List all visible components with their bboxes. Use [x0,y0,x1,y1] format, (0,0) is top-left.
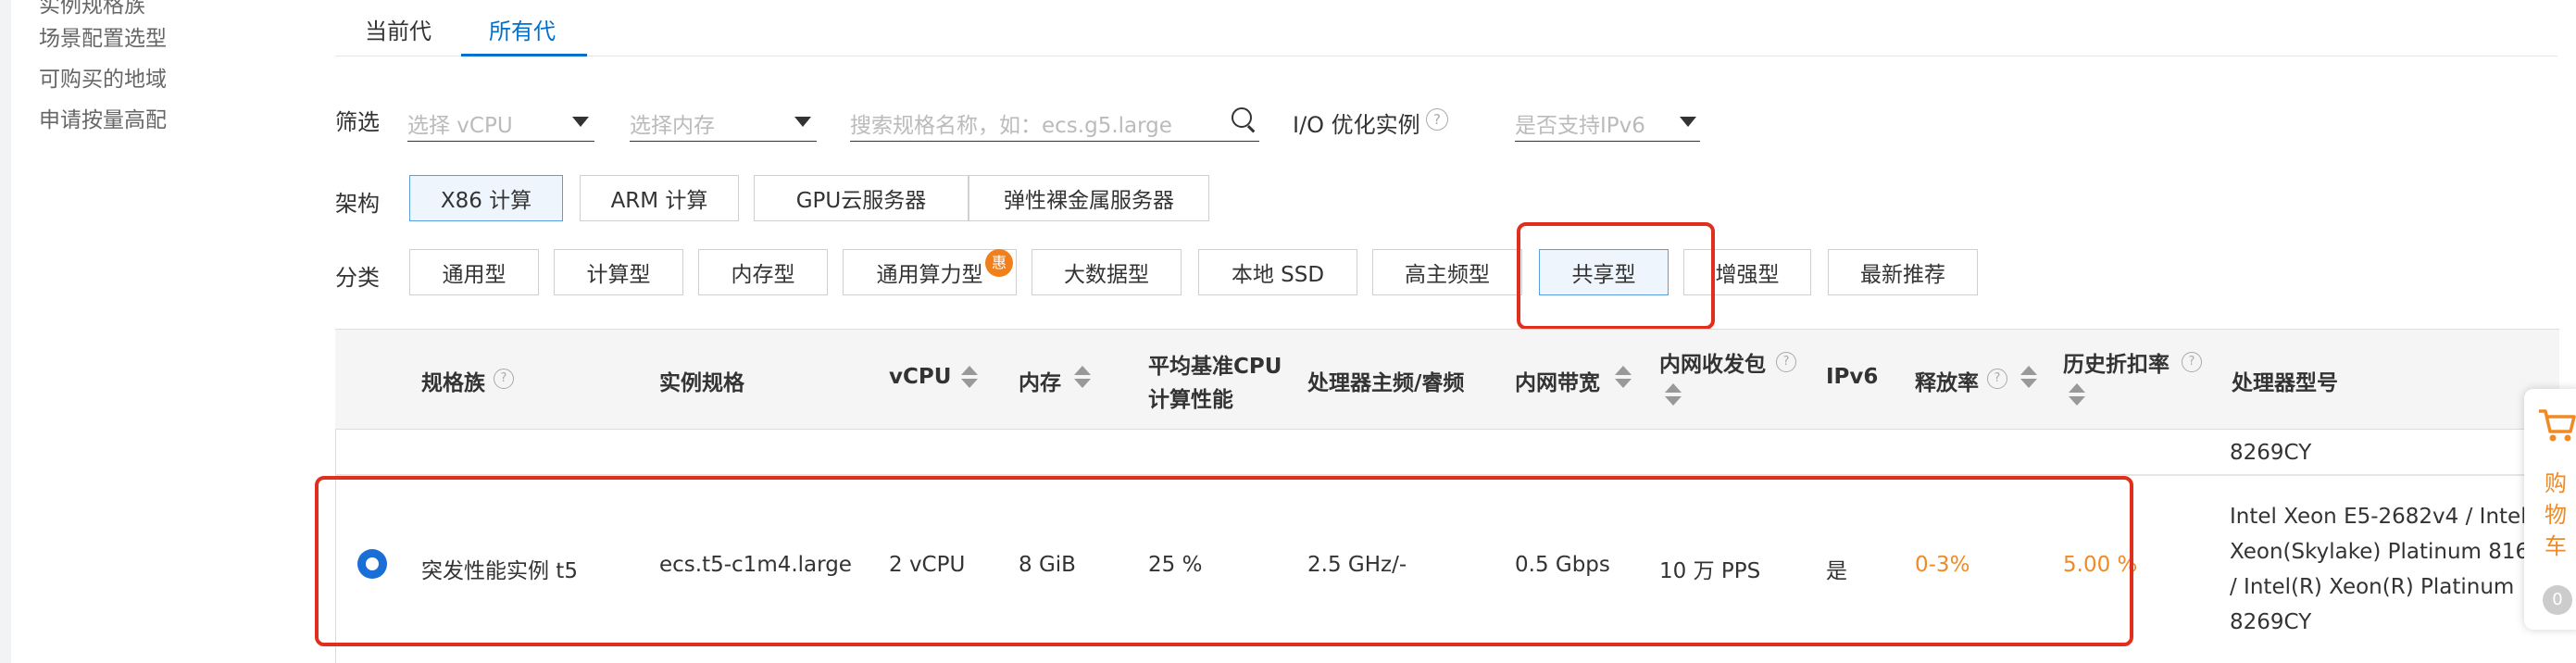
annotation-row-highlight [315,476,2133,646]
help-icon[interactable]: ? [1776,352,1796,372]
prev-row-processor-tail: 8269CY [2230,441,2312,465]
col-pps[interactable]: 内网收发包 [1659,346,1766,378]
left-edge-panel [0,0,11,663]
sidebar-item-instance-family[interactable]: 实例规格族 [39,0,145,19]
arch-x86-button[interactable]: X86 计算 [409,175,563,221]
cart-label-char-1: 购 [2545,470,2567,496]
vcpu-select[interactable]: 选择 vCPU [407,100,594,142]
col-processor: 处理器型号 [2232,371,2338,395]
arch-gpu-button[interactable]: GPU云服务器 [754,175,969,221]
cart-count-badge: 0 [2543,585,2572,615]
tab-all-gen[interactable]: 所有代 [489,13,556,45]
chevron-down-icon [794,117,811,127]
chevron-down-icon [572,117,589,127]
arch-arm-button[interactable]: ARM 计算 [580,175,739,221]
memory-select[interactable]: 选择内存 [630,100,817,142]
spec-search-input[interactable]: 搜索规格名称，如：ecs.g5.large [850,100,1259,142]
sort-icon[interactable] [1665,382,1682,409]
chevron-down-icon [1680,117,1696,127]
cell-processor-line3: / Intel(R) Xeon(R) Platinum [2230,575,2515,599]
cell-processor-line2: Xeon(Skylake) Platinum 8163 [2230,540,2543,564]
discount-badge: 惠 [985,249,1013,277]
category-local-ssd-button[interactable]: 本地 SSD [1198,249,1357,295]
active-tab-indicator [461,54,587,56]
category-compute-button[interactable]: 计算型 [554,249,683,295]
sidebar-item-apply-high-config[interactable]: 申请按量高配 [39,102,167,133]
col-bandwidth[interactable]: 内网带宽 [1515,365,1600,396]
help-icon[interactable]: ? [1426,108,1448,131]
col-release-rate[interactable]: 释放率 [1915,365,1979,396]
col-spec: 实例规格 [659,371,744,395]
ipv6-select[interactable]: 是否支持IPv6 [1515,100,1700,142]
cart-label-char-3: 车 [2545,533,2567,559]
sort-icon[interactable] [1615,364,1632,392]
category-general-button[interactable]: 通用型 [409,249,539,295]
cell-processor-line1: Intel Xeon E5-2682v4 / Intel [2230,505,2527,529]
category-label: 分类 [335,265,380,291]
sidebar-item-scenario[interactable]: 场景配置选型 [39,20,167,52]
col-ipv6: IPv6 [1826,365,1879,389]
sidebar-item-regions[interactable]: 可购买的地域 [39,61,167,93]
category-latest-button[interactable]: 最新推荐 [1828,249,1978,295]
arch-bare-metal-button[interactable]: 弹性裸金属服务器 [969,175,1209,221]
architecture-label: 架构 [335,191,380,217]
vcpu-select-placeholder: 选择 vCPU [407,114,513,138]
annotation-highlight-box [1517,222,1715,330]
search-placeholder: 搜索规格名称，如：ecs.g5.large [850,114,1172,138]
col-vcpu[interactable]: vCPU [889,365,951,389]
tab-current-gen[interactable]: 当前代 [365,13,431,45]
col-baseline-line1: 平均基准CPU [1148,355,1282,379]
col-family: 规格族 [421,371,485,395]
memory-select-placeholder: 选择内存 [630,114,715,138]
category-high-freq-button[interactable]: 高主频型 [1372,249,1522,295]
sort-icon[interactable] [2069,382,2085,409]
sort-icon[interactable] [1074,364,1091,392]
shopping-cart-widget[interactable]: 购 物 车 0 [2524,389,2576,630]
sort-icon[interactable] [2020,364,2037,392]
help-icon[interactable]: ? [2182,352,2202,372]
col-baseline-line2: 计算性能 [1148,388,1233,412]
filter-label: 筛选 [335,109,380,135]
help-icon[interactable]: ? [494,369,514,389]
col-memory[interactable]: 内存 [1019,365,1061,396]
search-icon[interactable] [1232,107,1252,128]
category-bigdata-button[interactable]: 大数据型 [1032,249,1182,295]
cell-processor-line4: 8269CY [2230,610,2312,634]
io-optimized-label: I/O 优化实例 [1293,112,1420,138]
help-icon[interactable]: ? [1987,369,2007,389]
category-memory-button[interactable]: 内存型 [698,249,828,295]
cart-icon [2539,409,2576,442]
col-discount[interactable]: 历史折扣率 [2063,346,2170,378]
ipv6-select-placeholder: 是否支持IPv6 [1515,114,1645,138]
cart-label-char-2: 物 [2545,502,2567,528]
col-frequency: 处理器主频/睿频 [1307,371,1465,395]
sort-icon[interactable] [961,364,978,392]
